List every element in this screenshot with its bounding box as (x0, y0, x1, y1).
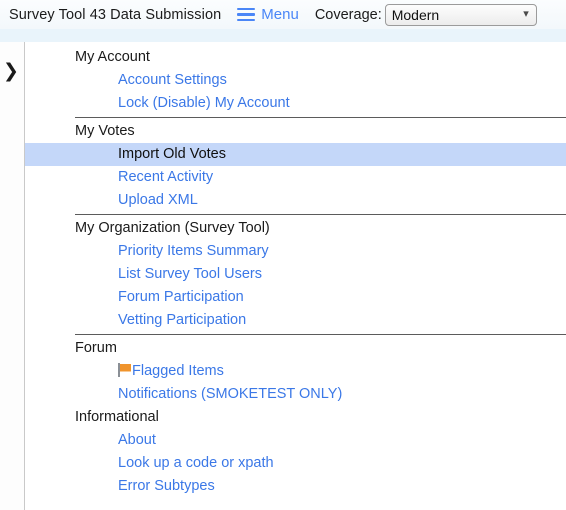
coverage-select-wrapper: Modern ▾ (384, 3, 537, 26)
main-menu-panel: My Account Account Settings Lock (Disable)… (25, 42, 566, 510)
menu-item-label: Import Old Votes (118, 146, 226, 162)
hamburger-icon (237, 7, 256, 22)
menu-item-label: List Survey Tool Users (118, 266, 262, 282)
menu-item[interactable]: Forum Participation (25, 286, 566, 309)
menu-item[interactable]: Recent Activity (25, 166, 566, 189)
menu-item[interactable]: Look up a code or xpath (25, 452, 566, 475)
left-rail: ❯ (0, 42, 25, 510)
menu-item-label: Flagged Items (132, 363, 224, 379)
menu-section-title: Forum (75, 340, 117, 356)
menu-item[interactable]: Priority Items Summary (25, 240, 566, 263)
menu-item[interactable]: Vetting Participation (25, 309, 566, 332)
coverage-select[interactable]: Modern (384, 3, 537, 26)
menu-item-label: Recent Activity (118, 169, 214, 185)
menu-item-label: Notifications (SMOKETEST ONLY) (118, 386, 343, 402)
menu-item[interactable]: Notifications (SMOKETEST ONLY) (25, 383, 566, 406)
menu-item[interactable]: Error Subtypes (25, 475, 566, 498)
menu-separator (75, 334, 566, 335)
menu-item-label: Error Subtypes (118, 478, 215, 494)
menu-item-label: About (118, 432, 156, 448)
menu-item-label: Priority Items Summary (118, 243, 269, 259)
menu-button[interactable]: Menu (237, 6, 299, 23)
flag-icon (118, 363, 131, 377)
menu-item[interactable]: Import Old Votes (25, 143, 566, 166)
header-underbar (0, 29, 566, 42)
menu-item-label: Upload XML (118, 192, 198, 208)
menu-item-label: Vetting Participation (118, 312, 247, 328)
menu-item-label: Lock (Disable) My Account (118, 95, 290, 111)
menu-separator (75, 117, 566, 118)
menu-item[interactable]: Upload XML (25, 189, 566, 212)
coverage-control: Coverage: Modern ▾ (314, 3, 537, 26)
menu-item-label: Account Settings (118, 72, 227, 88)
page-title: Survey Tool 43 Data Submission (9, 6, 222, 23)
app-header: Survey Tool 43 Data Submission Menu Cove… (0, 0, 566, 29)
chevron-right-icon[interactable]: ❯ (3, 62, 19, 81)
coverage-label: Coverage: (314, 6, 382, 23)
body-area: ❯ My Account Account Settings Lock (Disabl… (0, 42, 566, 510)
menu-separator (75, 214, 566, 215)
menu-item[interactable]: Account Settings (25, 69, 566, 92)
menu-item[interactable]: Flagged Items (25, 360, 566, 383)
menu-section-title: My Account (75, 49, 150, 65)
menu-button-label: Menu (261, 6, 299, 23)
menu-section-title: Informational (75, 409, 159, 425)
menu-item[interactable]: Lock (Disable) My Account (25, 92, 566, 115)
menu-section-title: My Votes (75, 123, 135, 139)
menu-item[interactable]: List Survey Tool Users (25, 263, 566, 286)
menu-section-title: My Organization (Survey Tool) (75, 220, 270, 236)
menu-item[interactable]: About (25, 429, 566, 452)
menu-item-label: Look up a code or xpath (118, 455, 274, 471)
menu-item-label: Forum Participation (118, 289, 244, 305)
